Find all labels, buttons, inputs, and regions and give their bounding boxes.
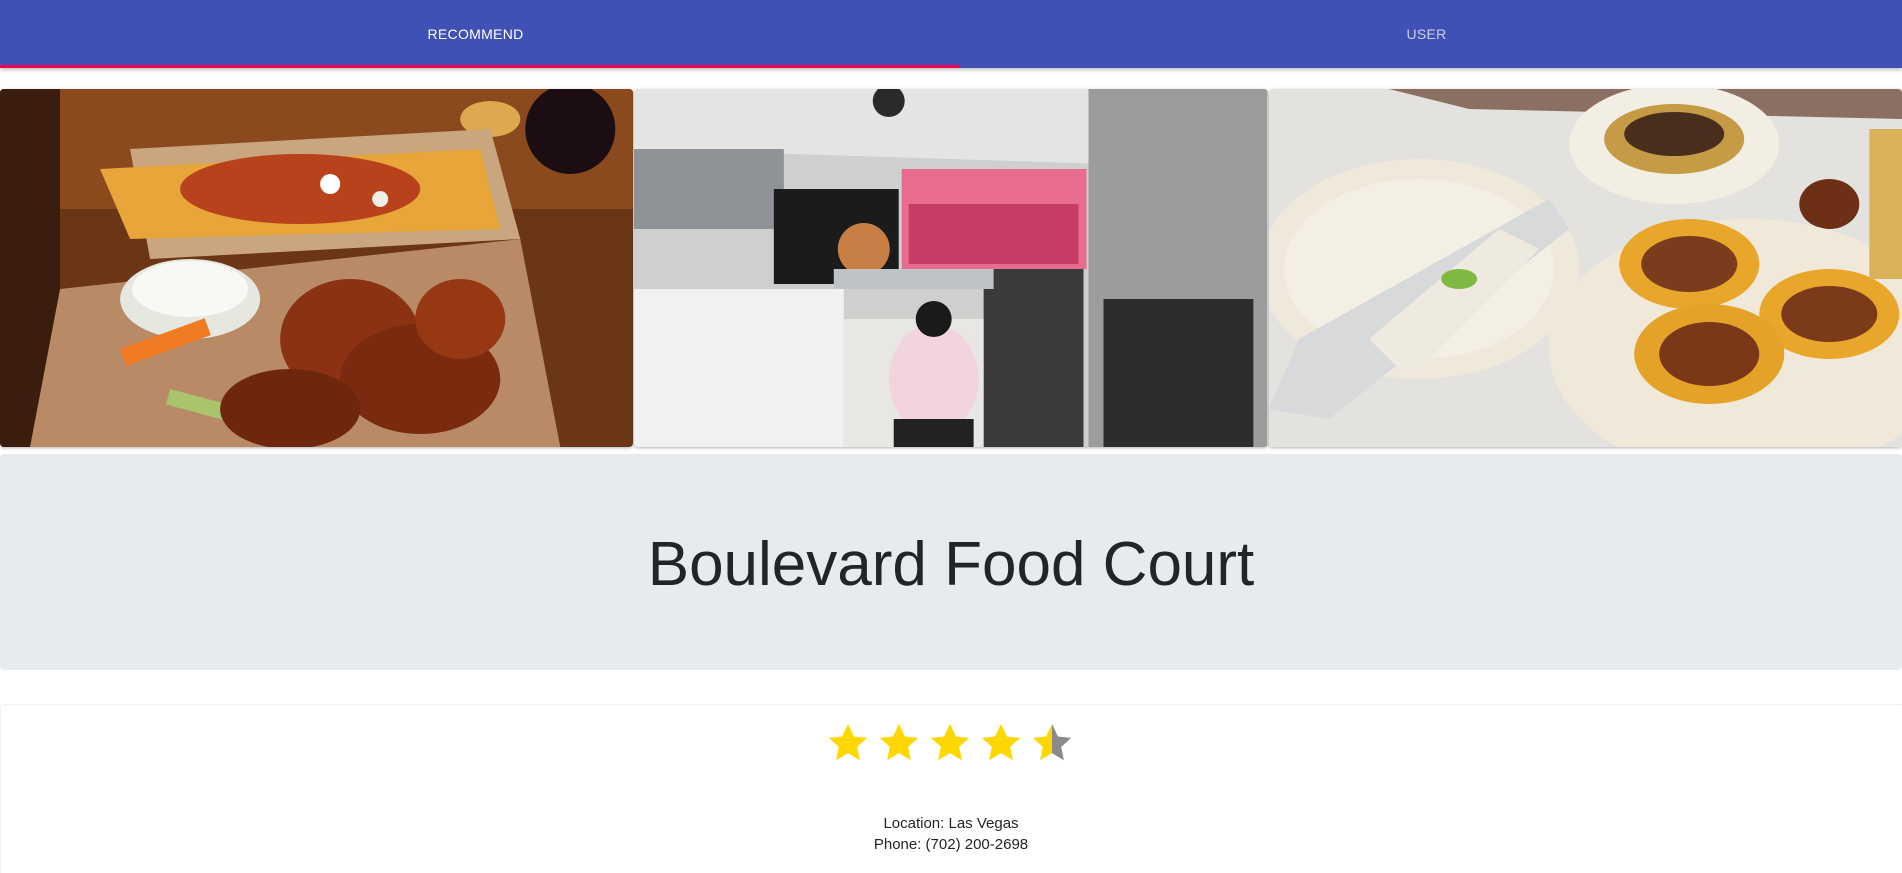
active-tab-indicator xyxy=(0,65,960,68)
restaurant-name: Boulevard Food Court xyxy=(647,529,1255,599)
restaurant-location: Location: Las Vegas xyxy=(883,815,1019,832)
photo-pizza-counter[interactable] xyxy=(634,89,1268,447)
photo-wings-fries-image xyxy=(0,89,634,447)
photo-gallery xyxy=(0,89,1902,447)
star-rating xyxy=(825,720,1075,774)
restaurant-phone: Phone: (702) 200-2698 xyxy=(873,836,1029,853)
photo-pizza-counter-image xyxy=(634,89,1268,447)
tab-recommend[interactable]: RECOMMEND xyxy=(0,0,951,68)
star-icon xyxy=(876,720,922,774)
tab-recommend-label: RECOMMEND xyxy=(427,26,524,42)
tab-user-label: USER xyxy=(1406,26,1447,42)
app-bar: RECOMMEND USER xyxy=(0,0,1902,68)
photo-wings-fries[interactable] xyxy=(0,89,634,447)
half-star-icon xyxy=(1029,720,1075,774)
star-icon xyxy=(927,720,973,774)
star-icon xyxy=(978,720,1024,774)
tab-user[interactable]: USER xyxy=(951,0,1902,68)
star-icon xyxy=(825,720,871,774)
restaurant-title-card: Boulevard Food Court xyxy=(0,454,1902,670)
photo-tacos-corn[interactable] xyxy=(1268,89,1902,447)
photo-tacos-corn-image xyxy=(1268,89,1902,447)
